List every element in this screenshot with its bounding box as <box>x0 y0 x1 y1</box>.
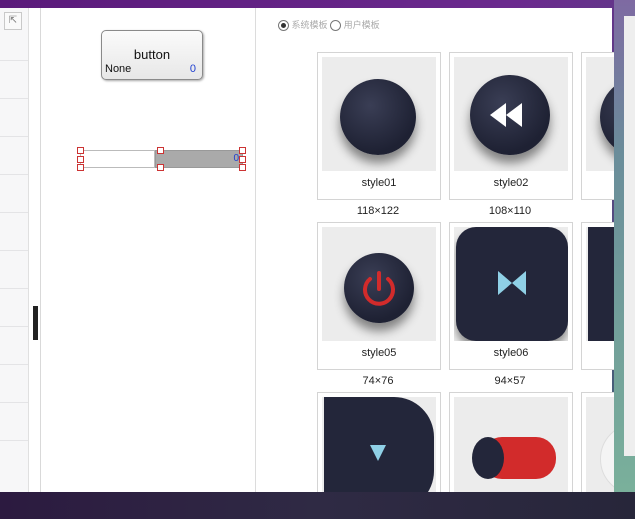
style-library-panel: 系统模板 用户模板 style01 118×122 style02 108×11… <box>256 8 635 519</box>
bowtie-icon <box>456 227 568 341</box>
style02-thumbnail <box>454 57 568 171</box>
divider <box>0 288 28 289</box>
power-icon <box>344 253 414 323</box>
system-template-radio[interactable] <box>278 20 289 32</box>
user-template-label: 用户模板 <box>343 20 380 30</box>
style-size: 118×122 <box>356 205 400 217</box>
desktop-edge <box>614 0 635 519</box>
resize-handle[interactable] <box>239 164 246 171</box>
resize-handle[interactable] <box>157 164 164 171</box>
restore-icon[interactable]: ⇱ <box>4 12 22 30</box>
style-size: 74×76 <box>362 375 394 387</box>
style01-thumbnail <box>322 57 436 171</box>
slider-right-part: 0 <box>155 150 243 168</box>
desktop-bottom <box>0 492 635 519</box>
resize-handle[interactable] <box>77 164 84 171</box>
style-card-style05[interactable]: style05 <box>317 222 441 370</box>
left-panel: ⇱ <box>0 8 29 492</box>
divider <box>0 98 28 99</box>
divider <box>0 250 28 251</box>
rewind-icon <box>470 75 550 155</box>
style-card-style01[interactable]: style01 <box>317 52 441 200</box>
resize-handle[interactable] <box>239 147 246 154</box>
style-card-label: style01 <box>361 177 397 189</box>
style-card-label: style05 <box>361 347 397 359</box>
divider <box>0 212 28 213</box>
system-template-label: 系统模板 <box>291 20 328 30</box>
style06-thumbnail <box>454 227 568 341</box>
divider <box>0 326 28 327</box>
style-size: 94×57 <box>494 375 526 387</box>
style-card-style06[interactable]: style06 <box>449 222 573 370</box>
resize-handle[interactable] <box>157 147 164 154</box>
canvas-slider-widget[interactable]: 0 <box>77 147 246 171</box>
divider <box>0 364 28 365</box>
scroll-thumb[interactable] <box>33 306 38 340</box>
style-size: 108×110 <box>488 205 532 217</box>
screenshot-stage: ⇱ button None 0 0 系统模板 用户模板 style01 118×… <box>0 0 635 519</box>
slider-left-part <box>80 150 155 168</box>
style05-thumbnail <box>322 227 436 341</box>
editor-window: ⇱ button None 0 0 系统模板 用户模板 style01 118×… <box>0 8 635 519</box>
divider <box>0 60 28 61</box>
template-source-selector: 系统模板 用户模板 <box>278 18 380 32</box>
design-canvas[interactable]: button None 0 0 <box>41 8 256 492</box>
divider <box>0 402 28 403</box>
button-widget-title: button <box>133 47 171 62</box>
style-card-style02[interactable]: style02 <box>449 52 573 200</box>
divider <box>0 174 28 175</box>
resize-handle[interactable] <box>77 156 84 163</box>
neighbor-window-edge <box>624 16 635 456</box>
user-template-radio[interactable] <box>330 20 342 32</box>
plain-circle-icon <box>340 79 416 155</box>
divider <box>0 136 28 137</box>
button-widget-value: 0 <box>189 63 196 75</box>
style-card-label: style02 <box>493 177 529 189</box>
canvas-button-widget[interactable]: button None 0 <box>101 30 203 80</box>
button-widget-name: None <box>105 63 132 75</box>
divider <box>0 440 28 441</box>
resize-handle[interactable] <box>239 156 246 163</box>
resize-handle[interactable] <box>77 147 84 154</box>
style-card-label: style06 <box>493 347 529 359</box>
